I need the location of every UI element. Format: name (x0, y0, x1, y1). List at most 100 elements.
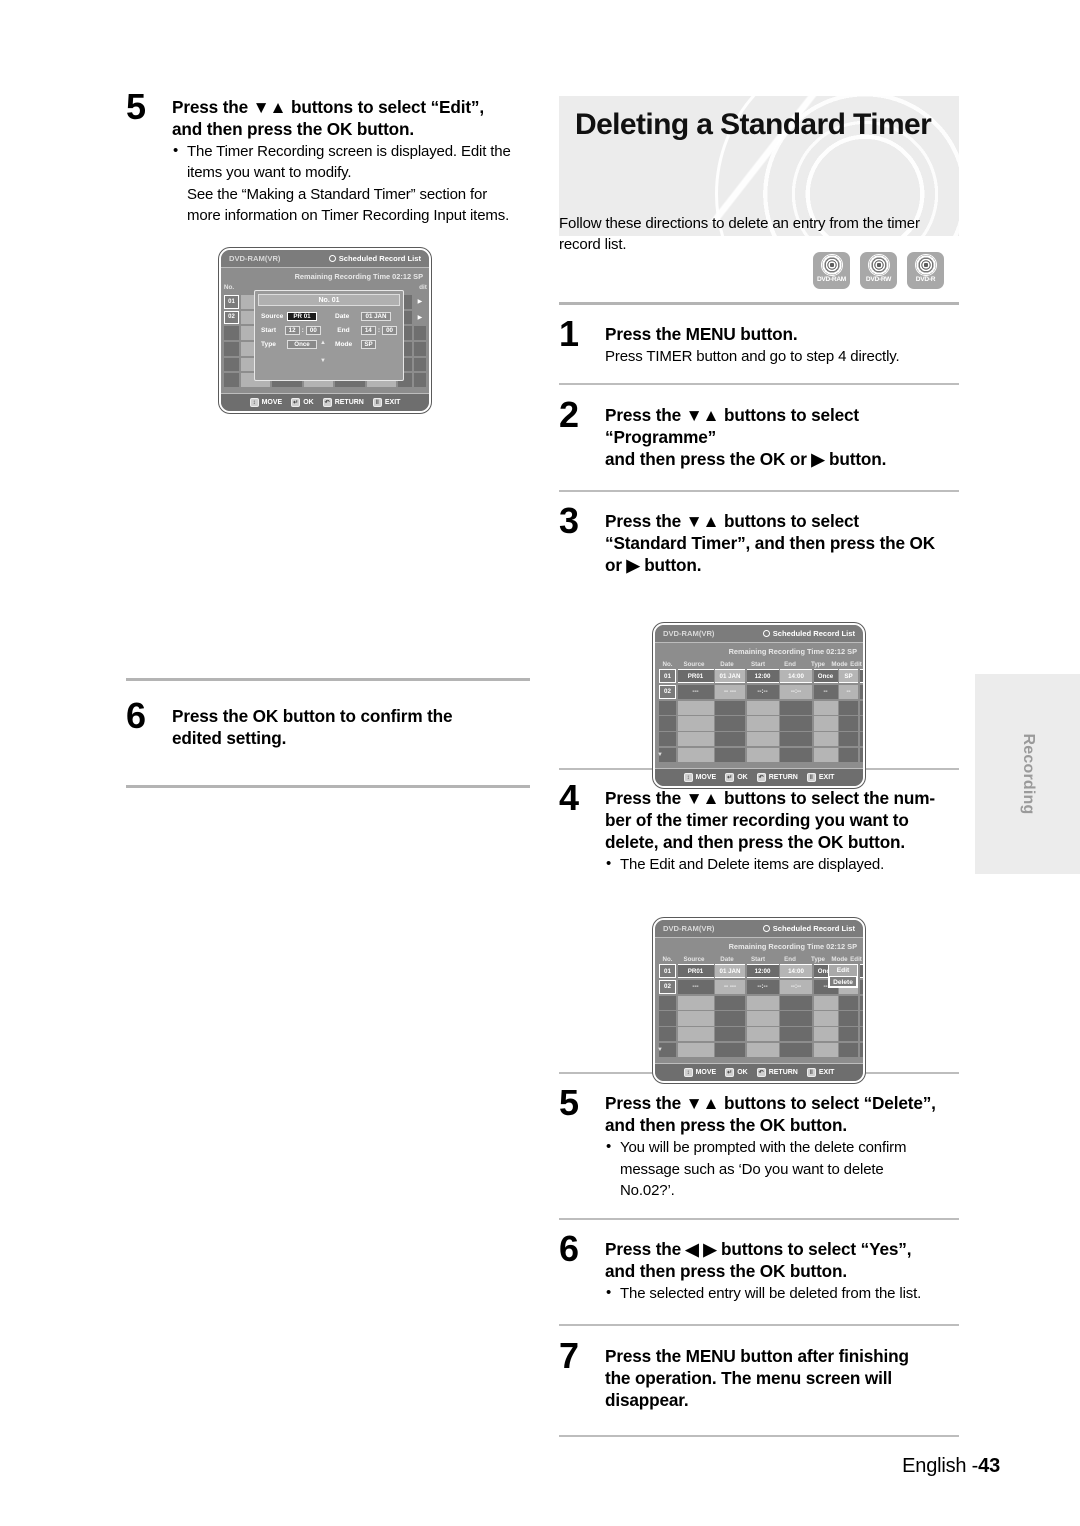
cell-mode: SP (839, 669, 858, 684)
context-menu-item-edit[interactable]: Edit (829, 965, 857, 976)
step-bullet: The selected entry will be deleted from … (605, 1282, 959, 1304)
osd-column-headers: No. Source Date Start End Type Mode Edit (659, 659, 862, 669)
record-dot-icon (762, 925, 770, 932)
cell-end: 14:00 (780, 669, 812, 684)
column-header-source: Source (683, 955, 705, 963)
scroll-down-indicator-icon[interactable]: ▼ (657, 1047, 663, 1053)
cell-no[interactable]: 01 (659, 669, 676, 684)
step-heading-line: Press the OK button to confirm the (172, 706, 453, 727)
step-number: 6 (126, 695, 146, 737)
cell-no[interactable]: 02 (659, 979, 676, 994)
step-heading: Press the MENU button. (605, 323, 959, 345)
column-header-source: Source (683, 660, 705, 668)
down-arrow-icon[interactable]: ▼ (318, 358, 328, 364)
scroll-down-indicator-icon[interactable]: ▼ (657, 752, 663, 758)
step-6-left: 6 Press the OK button to confirm the edi… (126, 698, 530, 749)
left-column: 5 Press the ▼▲ buttons to select “Edit”,… (126, 89, 530, 789)
field-value-date[interactable]: 01 JAN (361, 312, 391, 321)
cell-edit-arrow-icon[interactable]: ▶ (859, 684, 863, 699)
step-heading: Press the MENU button after finishing th… (605, 1345, 959, 1411)
osd-hint-ok-label: OK (737, 774, 748, 781)
osd-hint-exit: ‖ EXIT (806, 773, 834, 782)
osd-hint-ok: ↵ OK (725, 1068, 748, 1077)
step-heading-line: and then press the OK or ▶ button. (605, 448, 887, 469)
osd-bottom-bar: ↕ MOVE ↵ OK ↶ RETURN ‖ EXIT (221, 393, 429, 411)
field-value-end-minute[interactable]: 00 (382, 326, 398, 335)
step-heading-line: Press the ▼▲ buttons to select “Programm… (605, 404, 859, 447)
step-5-left: 5 Press the ▼▲ buttons to select “Edit”,… (126, 89, 530, 226)
field-value-start-minute[interactable]: 00 (305, 326, 321, 335)
cell-type: -- (813, 684, 838, 699)
step-heading-line: edited setting. (172, 728, 287, 749)
cell-no[interactable]: 02 (659, 684, 676, 699)
osd-bottom-bar: ↕ MOVE ↵ OK ↶ RETURN ‖ EXIT (655, 1063, 863, 1081)
field-label-source: Source (261, 313, 284, 320)
column-header-no: No. (223, 284, 235, 291)
step-3-right: 3 Press the ▼▲ buttons to select “Standa… (559, 502, 959, 576)
field-value-end-hour[interactable]: 14 (360, 326, 376, 335)
field-value-type[interactable]: Once (287, 340, 317, 349)
osd-column-headers: No. Source Date Start End Type Mode Edit (659, 954, 862, 964)
field-value-mode[interactable]: SP (361, 340, 376, 349)
chapter-side-tab-label: Recording (1019, 733, 1037, 815)
record-dot-icon (762, 630, 770, 637)
divider (559, 1323, 959, 1326)
step-heading-line: disappear. (605, 1389, 689, 1410)
osd-disc-type: DVD-RAM(VR) (663, 629, 715, 638)
osd-hint-exit-label: EXIT (384, 399, 401, 406)
column-header-mode: Mode (831, 660, 848, 668)
field-value-source[interactable]: PR 01 (287, 312, 317, 321)
divider (559, 1434, 959, 1437)
field-label-mode: Mode (335, 341, 353, 348)
osd-hint-move: ↕ MOVE (683, 773, 716, 782)
divider (559, 382, 959, 385)
step-subtext: Press TIMER button and go to step 4 dire… (605, 347, 900, 365)
cell-mode: -- (839, 684, 858, 699)
osd-remaining-time: Remaining Recording Time 02:12 SP (728, 942, 857, 951)
step-heading-line: or ▶ button. (605, 554, 702, 575)
screenshot-timer-recording-edit: DVD-RAM(VR) Scheduled Record List Remain… (219, 248, 431, 413)
step-bullet-line: See the “Making a Standard Timer” sectio… (187, 185, 488, 203)
osd-hint-return: ↶ RETURN (756, 773, 798, 782)
step-heading: Press the ◀ ▶ buttons to select “Yes”, a… (605, 1238, 959, 1282)
cell-end: 14:00 (780, 964, 812, 979)
cell-no[interactable]: 01 (659, 964, 676, 979)
osd-disc-type: DVD-RAM(VR) (663, 924, 715, 933)
osd-hint-ok-label: OK (737, 1069, 748, 1076)
step-number: 4 (559, 777, 579, 818)
value-stepper-arrows[interactable]: ▲ ▼ (318, 340, 328, 364)
step-bullet-line: The Timer Recording screen is displayed.… (187, 143, 511, 161)
step-bullet: The Timer Recording screen is displayed.… (172, 140, 530, 226)
column-header-end: End (784, 955, 796, 963)
osd-bottom-bar: ↕ MOVE ↵ OK ↶ RETURN ‖ EXIT (655, 768, 863, 786)
cell-source: PR01 (677, 669, 714, 684)
cell-start: 12:00 (746, 669, 779, 684)
step-heading-line: Press the ▼▲ buttons to select (605, 510, 859, 531)
osd-hint-exit: ‖ EXIT (372, 398, 401, 407)
step-7-right: 7 Press the MENU button after finishing … (559, 1337, 959, 1411)
ok-key-icon: ↵ (291, 398, 301, 407)
timer-edit-dialog: No. 01 Source PR 01 Date 01 JAN Start 12… (254, 290, 404, 381)
step-number: 3 (559, 499, 579, 541)
step-heading-line: Press the MENU button after finishing (605, 1345, 909, 1366)
intro-paragraph: Follow these directions to delete an ent… (559, 215, 920, 254)
dialog-row-source-date: Source PR 01 Date 01 JAN (261, 312, 397, 321)
field-value-start-hour[interactable]: 12 (284, 326, 300, 335)
cell-edit-arrow-icon[interactable]: ▶ (859, 669, 863, 684)
field-label-type: Type (261, 341, 276, 348)
column-header-no: No. (662, 660, 673, 668)
step-5-right: 5 Press the ▼▲ buttons to select “Delete… (559, 1085, 959, 1201)
osd-hint-ok: ↵ OK (291, 398, 314, 407)
column-header-edit: Edit (850, 660, 862, 668)
osd-screen-title-label: Scheduled Record List (772, 629, 855, 638)
cell-start: --:-- (746, 684, 779, 699)
context-menu-item-delete[interactable]: Delete (829, 976, 857, 987)
column-header-mode: Mode (831, 955, 848, 963)
step-heading-line: ber of the timer recording you want to (605, 810, 909, 831)
cell-date: 01 JAN (715, 964, 745, 979)
cell-end: --:-- (780, 684, 812, 699)
column-header-edit: Edit (850, 955, 862, 963)
divider (559, 301, 959, 305)
osd-screen-title-label: Scheduled Record List (338, 254, 421, 263)
dialog-row-start-end: Start 12 : 00 End 14 : 00 (261, 326, 398, 335)
